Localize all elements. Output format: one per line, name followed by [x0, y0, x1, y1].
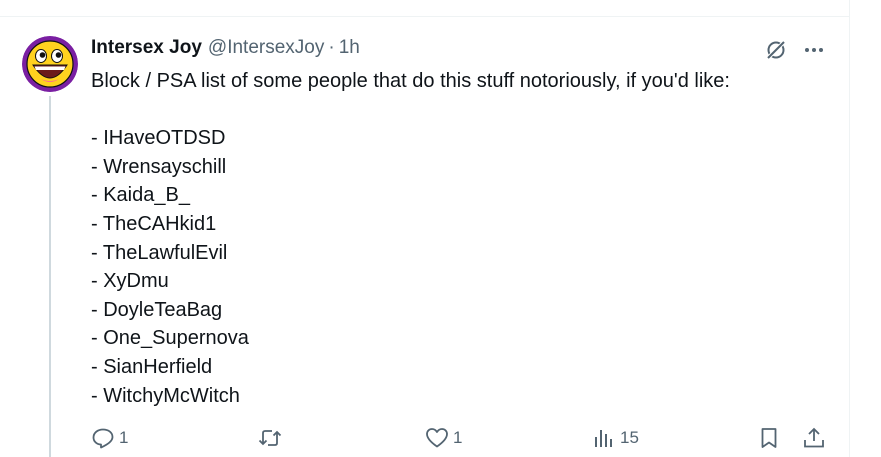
awesome-face-icon — [22, 36, 78, 92]
divider — [0, 16, 849, 17]
list-item: - DoyleTeaBag — [91, 298, 223, 321]
tweet-header-actions — [764, 38, 826, 62]
reply-button[interactable]: 1 — [91, 424, 128, 452]
list-item: - Kaida_B_ — [91, 184, 190, 207]
more-icon[interactable] — [802, 38, 826, 62]
like-button[interactable]: 1 — [425, 424, 462, 452]
bookmark-icon — [761, 428, 777, 448]
share-icon — [804, 427, 824, 448]
list-item: - TheLawfulEvil — [91, 241, 228, 264]
tweet-text: Block / PSA list of some people that do … — [91, 67, 831, 410]
list-item: - WitchyMcWitch — [91, 384, 240, 407]
reply-count: 1 — [119, 428, 129, 447]
views-icon — [595, 430, 612, 447]
separator-dot: · — [328, 37, 335, 58]
like-icon — [426, 428, 448, 448]
bookmark-button[interactable] — [757, 424, 781, 452]
list-item: - SianHerfield — [91, 355, 213, 378]
list-item: - IHaveOTDSD — [91, 127, 226, 150]
like-count: 1 — [453, 428, 463, 447]
thread-connector-line — [49, 96, 51, 457]
timeline-column: Intersex Joy @IntersexJoy · 1h Block / P… — [0, 0, 850, 457]
avatar[interactable] — [22, 36, 78, 92]
author-name[interactable]: Intersex Joy — [91, 37, 202, 59]
retweet-icon — [258, 430, 282, 446]
list-item: - TheCAHkid1 — [91, 212, 217, 235]
timestamp[interactable]: 1h — [339, 37, 360, 59]
retweet-button[interactable] — [258, 424, 282, 452]
grok-icon[interactable] — [764, 38, 788, 62]
list-item: - XyDmu — [91, 270, 169, 293]
tweet-text-intro: Block / PSA list of some people that do … — [91, 70, 730, 92]
views-button[interactable]: 15 — [592, 424, 639, 452]
list-item: - Wrensayschill — [91, 155, 227, 178]
views-count: 15 — [620, 428, 639, 447]
share-button[interactable] — [802, 424, 826, 452]
page: Intersex Joy @IntersexJoy · 1h Block / P… — [0, 0, 881, 457]
tweet-header: Intersex Joy @IntersexJoy · 1h — [91, 36, 360, 60]
list-item: - One_Supernova — [91, 327, 249, 350]
author-handle[interactable]: @IntersexJoy — [208, 37, 324, 59]
tweet-actions: 1 1 15 — [91, 424, 831, 452]
reply-icon — [92, 428, 114, 449]
